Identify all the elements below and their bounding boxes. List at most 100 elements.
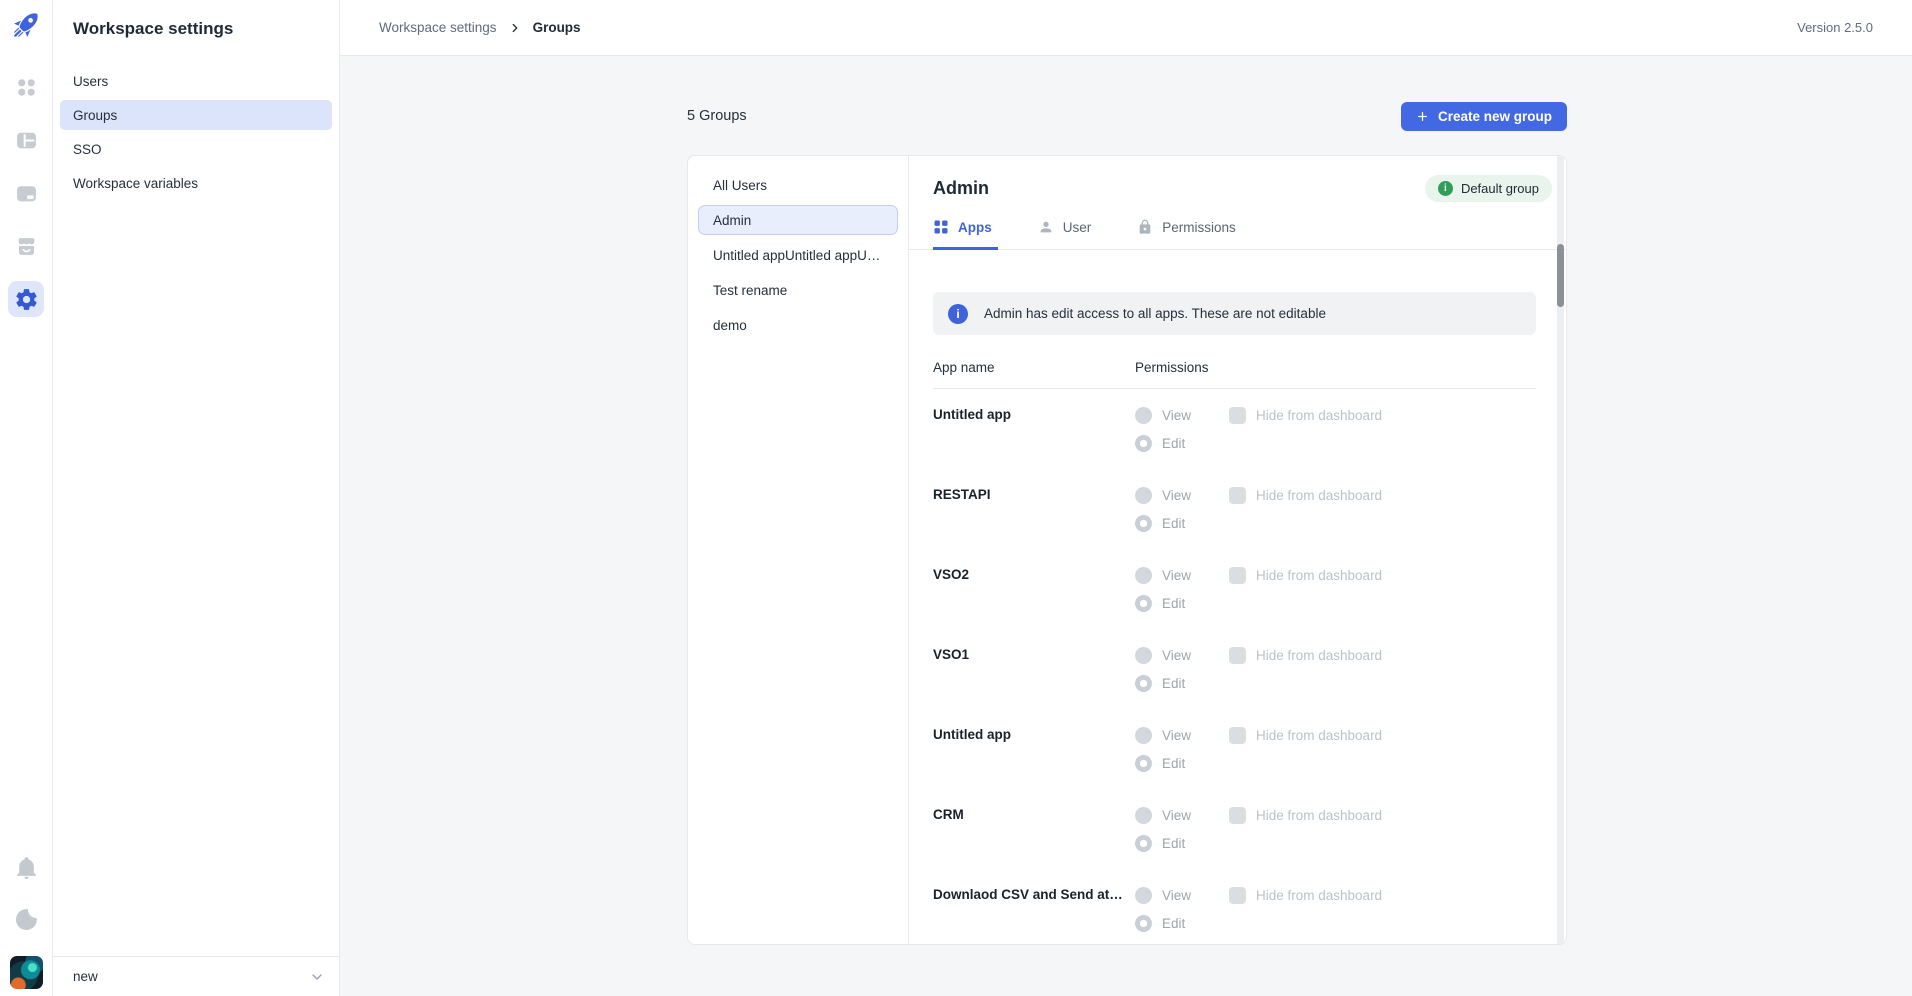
notifications-bell-icon[interactable] bbox=[11, 852, 41, 882]
radio-checked-icon bbox=[1135, 915, 1152, 932]
edit-label: Edit bbox=[1162, 836, 1185, 851]
database-icon[interactable] bbox=[8, 175, 44, 211]
checkbox-icon bbox=[1229, 487, 1246, 504]
badge-label: Default group bbox=[1461, 181, 1539, 196]
hide-from-dashboard-checkbox[interactable]: Hide from dashboard bbox=[1229, 887, 1382, 904]
notice-text: Admin has edit access to all apps. These… bbox=[984, 306, 1326, 321]
hide-from-dashboard-checkbox[interactable]: Hide from dashboard bbox=[1229, 727, 1382, 744]
radio-checked-icon bbox=[1135, 515, 1152, 532]
table-row: Untitled app View Hide from dashboard Ed… bbox=[933, 709, 1536, 789]
edit-radio[interactable]: Edit bbox=[1135, 915, 1229, 932]
icon-rail bbox=[0, 0, 53, 996]
group-detail-tabs: Apps User Permissions bbox=[909, 219, 1566, 250]
hide-from-dashboard-checkbox[interactable]: Hide from dashboard bbox=[1229, 807, 1382, 824]
view-label: View bbox=[1162, 488, 1191, 503]
edit-radio[interactable]: Edit bbox=[1135, 675, 1229, 692]
app-name: VSO2 bbox=[933, 567, 1135, 629]
view-radio[interactable]: View bbox=[1135, 407, 1229, 424]
app-name: Untitled app bbox=[933, 727, 1135, 789]
tooljet-rocket-logo-icon[interactable] bbox=[12, 11, 40, 39]
sidebar-item-groups[interactable]: Groups bbox=[60, 100, 332, 130]
radio-circle-icon bbox=[1135, 647, 1152, 664]
view-radio[interactable]: View bbox=[1135, 887, 1229, 904]
marketplace-icon[interactable] bbox=[8, 228, 44, 264]
group-list-item-test-rename[interactable]: Test rename bbox=[698, 275, 898, 305]
view-label: View bbox=[1162, 568, 1191, 583]
edit-radio[interactable]: Edit bbox=[1135, 515, 1229, 532]
settings-sidebar: Workspace settings Users Groups SSO Work… bbox=[53, 0, 340, 996]
sidebar-item-sso[interactable]: SSO bbox=[60, 134, 332, 164]
hide-from-dashboard-checkbox[interactable]: Hide from dashboard bbox=[1229, 647, 1382, 664]
tab-permissions[interactable]: Permissions bbox=[1137, 219, 1242, 250]
table-row: VSO1 View Hide from dashboard Edit bbox=[933, 629, 1536, 709]
radio-checked-icon bbox=[1135, 755, 1152, 772]
view-radio[interactable]: View bbox=[1135, 727, 1229, 744]
edit-label: Edit bbox=[1162, 676, 1185, 691]
table-row: Downlaod CSV and Send attac… View Hide f… bbox=[933, 869, 1536, 945]
checkbox-icon bbox=[1229, 887, 1246, 904]
hide-from-dashboard-checkbox[interactable]: Hide from dashboard bbox=[1229, 487, 1382, 504]
group-list-item-admin[interactable]: Admin bbox=[698, 205, 898, 235]
workspace-switcher[interactable]: new bbox=[53, 956, 339, 996]
view-label: View bbox=[1162, 888, 1191, 903]
sidebar-item-users[interactable]: Users bbox=[60, 66, 332, 96]
tab-label: Apps bbox=[958, 220, 992, 235]
groups-page: 5 Groups Create new group All Users Admi… bbox=[340, 56, 1912, 996]
tab-user[interactable]: User bbox=[1038, 219, 1098, 250]
create-new-group-button[interactable]: Create new group bbox=[1401, 102, 1567, 131]
table-row: CRM View Hide from dashboard Edit bbox=[933, 789, 1536, 869]
view-label: View bbox=[1162, 808, 1191, 823]
app-name: Untitled app bbox=[933, 407, 1135, 469]
radio-checked-icon bbox=[1135, 435, 1152, 452]
group-name: Admin bbox=[713, 213, 751, 228]
group-name: Untitled appUntitled appUntitle… bbox=[713, 248, 883, 263]
scrollbar-thumb[interactable] bbox=[1557, 244, 1564, 307]
plus-icon bbox=[1416, 110, 1429, 123]
hide-from-dashboard-checkbox[interactable]: Hide from dashboard bbox=[1229, 567, 1382, 584]
col-app-name: App name bbox=[933, 360, 1135, 375]
view-radio[interactable]: View bbox=[1135, 807, 1229, 824]
view-radio[interactable]: View bbox=[1135, 567, 1229, 584]
view-radio[interactable]: View bbox=[1135, 647, 1229, 664]
hide-from-dashboard-checkbox[interactable]: Hide from dashboard bbox=[1229, 407, 1382, 424]
app-name: CRM bbox=[933, 807, 1135, 869]
breadcrumb-parent[interactable]: Workspace settings bbox=[379, 20, 497, 35]
edit-radio[interactable]: Edit bbox=[1135, 755, 1229, 772]
view-radio[interactable]: View bbox=[1135, 487, 1229, 504]
settings-icon[interactable] bbox=[8, 281, 44, 317]
checkbox-icon bbox=[1229, 647, 1246, 664]
edit-label: Edit bbox=[1162, 516, 1185, 531]
sidebar-item-workspace-variables[interactable]: Workspace variables bbox=[60, 168, 332, 198]
group-list-item-demo[interactable]: demo bbox=[698, 310, 898, 340]
breadcrumb: Workspace settings Groups bbox=[379, 20, 581, 35]
hide-label: Hide from dashboard bbox=[1256, 568, 1382, 583]
edit-radio[interactable]: Edit bbox=[1135, 435, 1229, 452]
groups-header-row: 5 Groups Create new group bbox=[687, 101, 1567, 131]
edit-label: Edit bbox=[1162, 596, 1185, 611]
main-area: Workspace settings Groups Version 2.5.0 … bbox=[340, 0, 1912, 996]
group-list-item-untitled[interactable]: Untitled appUntitled appUntitle… bbox=[698, 240, 898, 270]
tab-apps[interactable]: Apps bbox=[933, 219, 998, 250]
topbar: Workspace settings Groups Version 2.5.0 bbox=[340, 0, 1912, 56]
dark-mode-moon-icon[interactable] bbox=[11, 904, 41, 934]
checkbox-icon bbox=[1229, 407, 1246, 424]
groups-count: 5 Groups bbox=[687, 108, 747, 124]
edit-radio[interactable]: Edit bbox=[1135, 835, 1229, 852]
workspace-name: new bbox=[73, 969, 98, 984]
apps-icon[interactable] bbox=[8, 69, 44, 105]
table-row: RESTAPI View Hide from dashboard Edit bbox=[933, 469, 1536, 549]
workflows-icon[interactable] bbox=[8, 122, 44, 158]
edit-radio[interactable]: Edit bbox=[1135, 595, 1229, 612]
view-label: View bbox=[1162, 408, 1191, 423]
group-list-item-all-users[interactable]: All Users bbox=[698, 170, 898, 200]
user-avatar[interactable] bbox=[10, 956, 43, 989]
info-icon: i bbox=[948, 304, 968, 324]
group-name: Test rename bbox=[713, 283, 787, 298]
hide-label: Hide from dashboard bbox=[1256, 808, 1382, 823]
hide-label: Hide from dashboard bbox=[1256, 888, 1382, 903]
app-name: VSO1 bbox=[933, 647, 1135, 709]
hide-label: Hide from dashboard bbox=[1256, 408, 1382, 423]
group-list: All Users Admin Untitled appUntitled app… bbox=[688, 156, 909, 944]
tab-label: Permissions bbox=[1162, 220, 1236, 235]
green-info-icon: i bbox=[1438, 181, 1453, 196]
